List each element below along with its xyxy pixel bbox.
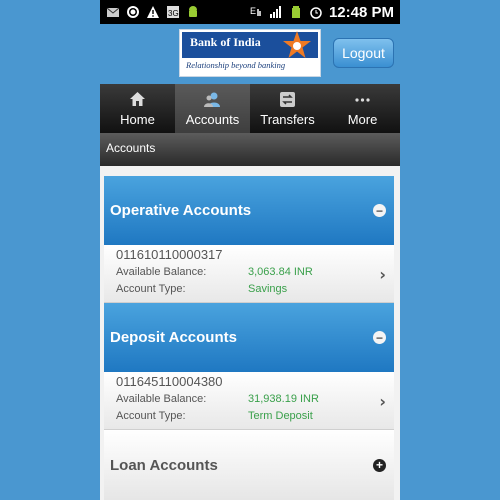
- tab-label: Accounts: [185, 112, 240, 127]
- account-row[interactable]: 011645110004380 Available Balance: 31,93…: [104, 372, 394, 430]
- edge-signal-icon: E: [250, 6, 261, 16]
- balance-value: 31,938.19 INR: [248, 393, 319, 405]
- tab-label: Transfers: [260, 112, 315, 127]
- status-bar: 3G E 12:48 PM: [100, 0, 400, 24]
- bank-logo: Bank of India Relationship beyond bankin…: [179, 29, 321, 77]
- balance-label: Available Balance:: [116, 393, 207, 405]
- signal-icon: [269, 6, 281, 18]
- group-title: Deposit Accounts: [110, 329, 237, 346]
- tab-more[interactable]: More: [325, 84, 400, 133]
- type-value: Savings: [248, 283, 288, 295]
- 3g-icon: 3G: [167, 6, 179, 18]
- logo-tagline: Relationship beyond banking: [186, 60, 286, 70]
- group-title: Operative Accounts: [110, 202, 252, 219]
- status-time: 12:48 PM: [328, 3, 394, 21]
- tab-bar: Home Accounts Transfers More: [100, 84, 400, 133]
- chevron-right-icon: ›: [379, 392, 386, 411]
- user-icon: [204, 92, 220, 107]
- section-title: Accounts: [100, 133, 400, 166]
- group-title: Loan Accounts: [110, 456, 218, 474]
- battery-icon: [291, 6, 300, 18]
- expand-icon[interactable]: +: [373, 458, 386, 472]
- type-value: Term Deposit: [248, 410, 313, 422]
- group-header-deposit[interactable]: Deposit Accounts −: [104, 303, 394, 372]
- tab-transfers[interactable]: Transfers: [250, 84, 325, 133]
- group-header-loan[interactable]: Loan Accounts +: [104, 430, 394, 500]
- more-dots-icon: [355, 98, 370, 102]
- balance-value: 3,063.84 INR: [248, 266, 313, 278]
- app-header: Bank of India Relationship beyond bankin…: [100, 24, 400, 84]
- svg-text:E: E: [250, 6, 256, 16]
- home-icon: [130, 92, 145, 106]
- type-label: Account Type:: [116, 410, 186, 422]
- mail-icon: [106, 7, 120, 17]
- account-row[interactable]: 011610110000317 Available Balance: 3,063…: [104, 245, 394, 303]
- type-label: Account Type:: [116, 283, 186, 295]
- account-number: 011610110000317: [116, 247, 223, 262]
- phone-screen: 3G E 12:48 PM Bank of India Relationship…: [100, 0, 400, 500]
- alarm-icon: [310, 7, 322, 19]
- whatsapp-icon: [127, 6, 139, 18]
- accounts-list: Operative Accounts − 011610110000317 Ava…: [100, 166, 400, 500]
- chevron-right-icon: ›: [379, 265, 386, 284]
- logout-button[interactable]: Logout: [333, 38, 394, 68]
- collapse-icon[interactable]: −: [373, 204, 386, 217]
- transfer-icon: [280, 92, 295, 107]
- account-number: 011645110004380: [116, 374, 223, 389]
- group-header-operative[interactable]: Operative Accounts −: [104, 176, 394, 245]
- collapse-icon[interactable]: −: [373, 331, 386, 344]
- svg-text:3G: 3G: [168, 9, 179, 18]
- android-icon: [189, 6, 197, 17]
- star-logo-icon: [283, 31, 311, 58]
- tab-accounts[interactable]: Accounts: [175, 84, 250, 133]
- tab-label: More: [347, 112, 378, 127]
- balance-label: Available Balance:: [116, 266, 207, 278]
- tab-home[interactable]: Home: [100, 84, 175, 133]
- tab-label: Home: [120, 112, 155, 127]
- logo-name: Bank of India: [190, 35, 261, 49]
- warning-icon: [147, 6, 159, 18]
